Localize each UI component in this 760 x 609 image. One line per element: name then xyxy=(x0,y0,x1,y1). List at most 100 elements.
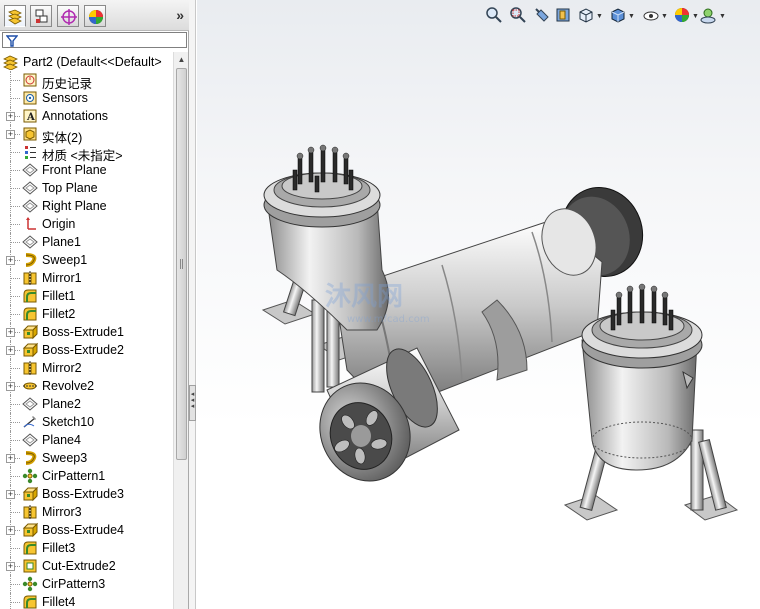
circular-pattern-icon xyxy=(22,576,38,592)
solid-bodies-icon xyxy=(23,127,37,141)
tree-connector xyxy=(11,404,20,405)
tree-connector xyxy=(10,593,11,609)
tree-connector xyxy=(11,476,20,477)
tree-root-part[interactable]: Part2 (Default<<Default> ▲ xyxy=(0,53,173,71)
tree-item[interactable]: CirPattern3 xyxy=(0,575,173,593)
expand-node-icon[interactable]: + xyxy=(6,382,15,391)
revolve-icon xyxy=(23,382,37,390)
tree-item-label: Origin xyxy=(42,217,76,231)
tree-item-label: Front Plane xyxy=(42,163,107,177)
history-icon xyxy=(23,73,37,87)
tree-connector xyxy=(11,584,20,585)
expand-node-icon[interactable]: + xyxy=(6,490,15,499)
tree-item[interactable]: Top Plane xyxy=(0,179,173,197)
tree-item[interactable]: + 实体(2) xyxy=(0,125,173,145)
tree-item[interactable]: Fillet4 xyxy=(0,593,173,609)
expand-node-icon[interactable]: + xyxy=(6,346,15,355)
tree-item[interactable]: + Sweep1 xyxy=(0,251,173,269)
tree-item[interactable]: Front Plane xyxy=(0,161,173,179)
scroll-up-arrow-icon[interactable]: ▲ xyxy=(174,52,189,67)
tree-connector xyxy=(10,89,11,107)
tree-item[interactable]: + Boss-Extrude2 xyxy=(0,341,173,359)
tree-connector xyxy=(10,305,11,323)
expand-node-icon[interactable]: + xyxy=(6,328,15,337)
tree-item-label: Boss-Extrude2 xyxy=(42,343,124,357)
graphics-viewport[interactable]: ▼ ▼ ▼ ▼ ▼ 沐风网 www.mfcad.com xyxy=(197,0,760,609)
tree-item[interactable]: Fillet2 xyxy=(0,305,173,323)
tree-item[interactable]: Fillet1 xyxy=(0,287,173,305)
plane-icon xyxy=(22,199,38,213)
tree-item[interactable]: + Cut-Extrude2 xyxy=(0,557,173,575)
expand-node-icon[interactable]: + xyxy=(6,112,15,121)
tree-item[interactable]: 材质 <未指定> xyxy=(0,143,173,163)
tree-item[interactable]: + Revolve2 xyxy=(0,377,173,395)
tree-item-label: Fillet3 xyxy=(42,541,76,555)
tree-connector xyxy=(10,71,11,89)
expand-node-icon[interactable]: + xyxy=(6,526,15,535)
configurationmanager-tab[interactable] xyxy=(57,5,79,27)
fillet-icon xyxy=(23,541,37,555)
plane-icon xyxy=(22,181,38,195)
expand-panel-button[interactable]: » xyxy=(176,8,184,22)
tree-item[interactable]: + Sweep3 xyxy=(0,449,173,467)
tree-item-label: Top Plane xyxy=(42,181,98,195)
tree-item-label: CirPattern1 xyxy=(42,469,106,483)
tree-item[interactable]: Sensors xyxy=(0,89,173,107)
tree-connector xyxy=(11,314,20,315)
tree-item[interactable]: Plane1 xyxy=(0,233,173,251)
featuremanager-tab[interactable] xyxy=(4,5,26,27)
displaymanager-tab[interactable] xyxy=(84,5,106,27)
tree-connector xyxy=(10,575,11,593)
tree-item[interactable]: Plane4 xyxy=(0,431,173,449)
tree-item[interactable]: + Boss-Extrude3 xyxy=(0,485,173,503)
annotation-icon: A xyxy=(23,109,37,123)
plane-icon xyxy=(22,163,38,177)
tree-item[interactable]: Mirror1 xyxy=(0,269,173,287)
tree-connector xyxy=(11,242,20,243)
tree-filter-input[interactable] xyxy=(2,32,187,48)
tree-connector xyxy=(11,278,20,279)
tree-item[interactable]: Right Plane xyxy=(0,197,173,215)
tree-item[interactable]: 历史记录 xyxy=(0,71,173,91)
tree-item[interactable]: + Boss-Extrude1 xyxy=(0,323,173,341)
tree-connector xyxy=(10,467,11,485)
tree-connector xyxy=(10,143,11,161)
tree-item-label: Boss-Extrude1 xyxy=(42,325,124,339)
scroll-thumb[interactable] xyxy=(176,68,187,460)
tree-connector xyxy=(10,179,11,197)
expand-node-icon[interactable]: + xyxy=(6,562,15,571)
tree-connector xyxy=(10,431,11,449)
tree-connector xyxy=(10,287,11,305)
tree-item[interactable]: Mirror2 xyxy=(0,359,173,377)
filter-icon xyxy=(6,35,18,47)
tree-connector xyxy=(10,503,11,521)
expand-node-icon[interactable]: + xyxy=(6,130,15,139)
extrude-icon xyxy=(22,342,38,358)
collapse-panel-handle[interactable]: ◂ ◂ ◂ xyxy=(189,385,196,421)
tree-item-label: Revolve2 xyxy=(42,379,95,393)
tree-item[interactable]: Origin xyxy=(0,215,173,233)
tree-item[interactable]: Sketch10 xyxy=(0,413,173,431)
tree-item[interactable]: + Boss-Extrude4 xyxy=(0,521,173,539)
tree-item[interactable]: Plane2 xyxy=(0,395,173,413)
tree-item[interactable]: + A Annotations xyxy=(0,107,173,125)
tree-item[interactable]: Mirror3 xyxy=(0,503,173,521)
sweep-icon xyxy=(25,253,37,267)
tree-item[interactable]: CirPattern1 xyxy=(0,467,173,485)
expand-node-icon[interactable]: + xyxy=(6,454,15,463)
sketch-icon xyxy=(23,416,36,428)
extrude-icon xyxy=(22,522,38,538)
part-icon xyxy=(3,55,18,70)
3d-model-render[interactable]: 沐风网 www.mfcad.com xyxy=(197,0,760,609)
propertymanager-tab[interactable] xyxy=(30,5,52,27)
tree-item-label: Right Plane xyxy=(42,199,107,213)
tree-scrollbar[interactable]: ▲ xyxy=(173,52,188,609)
tree-item[interactable]: Fillet3 xyxy=(0,539,173,557)
expand-node-icon[interactable]: + xyxy=(6,256,15,265)
panel-splitter[interactable]: ◂ ◂ ◂ xyxy=(189,0,196,609)
tree-connector xyxy=(11,548,20,549)
material-icon xyxy=(25,146,36,159)
circular-pattern-icon xyxy=(22,468,38,484)
tree-item-label: Boss-Extrude3 xyxy=(42,487,124,501)
tree-item-label: Fillet1 xyxy=(42,289,76,303)
